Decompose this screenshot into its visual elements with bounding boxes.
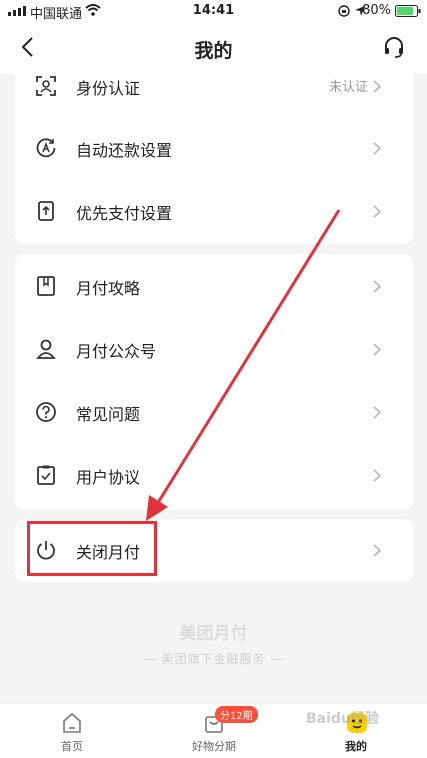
watermark: Baidu经验 <box>306 711 379 727</box>
tab-label: 我的 <box>345 740 367 753</box>
installment-badge: 分12期 <box>215 706 258 723</box>
tab-label: 首页 <box>61 740 83 753</box>
home-icon <box>63 712 81 733</box>
tab-label: 好物分期 <box>192 740 236 753</box>
footer-brand: 美团月付 <box>179 624 248 644</box>
tab-home[interactable]: 首页 <box>22 704 122 758</box>
footer-tagline: — 美团旗下金融服务 — <box>143 652 284 666</box>
